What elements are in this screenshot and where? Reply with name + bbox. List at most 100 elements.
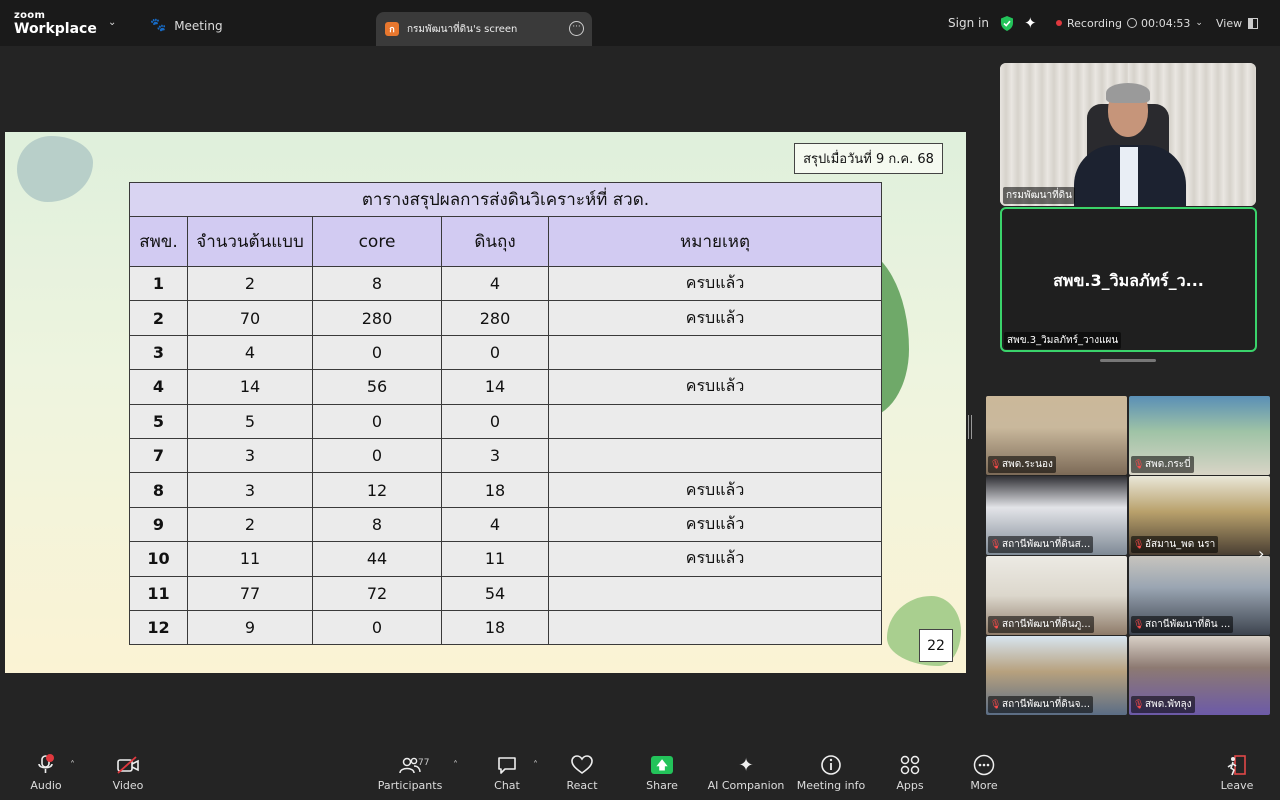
more-icon [944, 754, 1024, 776]
speaker-video-tile[interactable]: กรมพัฒนาที่ดิน [1000, 63, 1256, 206]
table-cell: 56 [312, 369, 442, 405]
meeting-timer[interactable]: 00:04:53 ⌄ [1127, 0, 1203, 46]
meeting-info-button[interactable]: Meeting info [791, 754, 871, 792]
participant-video-tile[interactable]: 🎙 สถานีพัฒนาที่ดินส... [986, 476, 1127, 555]
panel-drag-handle[interactable] [1100, 359, 1156, 362]
participants-options-caret[interactable]: ˄ [453, 760, 458, 771]
top-bar: zoom Workplace ⌄ 🐾 Meeting ก กรมพัฒนาที่… [0, 0, 1280, 46]
meeting-info-label: Meeting info [796, 779, 866, 792]
leave-button[interactable]: Leave [1197, 754, 1277, 792]
table-header-row: สพข. จำนวนต้นแบบ core ดินถุง หมายเหตุ [129, 216, 883, 267]
microphone-muted-icon: 🎙 [990, 620, 1002, 630]
microphone-muted-icon: 🎙 [990, 540, 1002, 550]
microphone-muted-icon: 🎙 [1133, 700, 1145, 710]
table-cell: ครบแล้ว [547, 369, 883, 405]
table-cell: 12 [129, 609, 188, 646]
table-header-cell: หมายเหตุ [547, 216, 883, 267]
ai-companion-button[interactable]: ✦ AI Companion [706, 754, 786, 793]
view-button[interactable]: View [1216, 0, 1259, 46]
ai-companion-label: AI Companion [707, 779, 785, 792]
leave-label: Leave [1220, 779, 1254, 792]
tab-meeting[interactable]: 🐾 Meeting [150, 18, 223, 33]
apps-button[interactable]: Apps [870, 754, 950, 792]
table-cell [547, 609, 883, 646]
table-cell: 8 [312, 506, 442, 543]
table-cell: 9 [129, 506, 188, 543]
table-title: ตารางสรุปผลการส่งดินวิเคราะห์ที่ สวด. [128, 182, 883, 217]
chat-options-caret[interactable]: ˄ [533, 760, 538, 771]
table-cell: 4 [129, 369, 188, 405]
table-row: 1 2 8 4 ครบแล้ว [129, 265, 883, 302]
chevron-right-icon[interactable]: › [1258, 544, 1264, 563]
chevron-down-icon[interactable]: ⌄ [108, 17, 116, 28]
participant-name: สถานีพัฒนาที่ดิน ... [1131, 616, 1234, 633]
table-body: 1 2 8 4 ครบแล้ว 2 70 280 280 ครบแล้ว 3 4 0 0 4 14 56 14 คร… [129, 265, 883, 646]
table-cell: ครบแล้ว [547, 472, 883, 508]
microphone-muted-icon: 🎙 [990, 460, 1002, 470]
participant-video-tile[interactable]: 🎙 สพด.ระนอง [986, 396, 1127, 475]
table-cell: 2 [129, 300, 188, 336]
tab-shared-screen[interactable]: ก กรมพัฒนาที่ดิน's screen ··· [376, 12, 592, 46]
table-row: 9 2 8 4 ครบแล้ว [129, 506, 883, 543]
video-label: Video [112, 779, 144, 792]
more-button[interactable]: More [944, 754, 1024, 792]
react-button[interactable]: React [542, 754, 622, 792]
info-icon [791, 754, 871, 776]
layout-icon [1248, 17, 1259, 29]
participant-video-tile[interactable]: 🎙 อัสมาน_พด นรา [1129, 476, 1270, 555]
sign-in-button[interactable]: Sign in [948, 0, 989, 46]
table-cell: 3 [187, 472, 313, 508]
share-button[interactable]: 🡅 Share [622, 754, 702, 792]
table-cell: 10 [129, 541, 188, 577]
audio-options-caret[interactable]: ˄ [70, 760, 75, 771]
participant-display-name: สพข.3_วิมลภัทร์_ว... [1053, 271, 1204, 290]
table-cell: 11 [187, 541, 313, 577]
participant-video-tile[interactable]: 🎙 สถานีพัฒนาที่ดินจ... [986, 636, 1127, 715]
table-cell: 5 [187, 403, 313, 439]
chat-label: Chat [494, 779, 520, 792]
participant-video-tile[interactable]: 🎙 สถานีพัฒนาที่ดินภู... [986, 556, 1127, 635]
table-cell: 2 [187, 265, 313, 302]
react-label: React [566, 779, 598, 792]
table-cell: 54 [441, 575, 549, 611]
share-label: Share [646, 779, 678, 792]
share-screen-icon: 🡅 [622, 754, 702, 776]
microphone-muted-icon: 🎙 [1133, 460, 1145, 470]
recording-indicator[interactable]: Recording [1056, 0, 1122, 46]
soil-summary-table: ตารางสรุปผลการส่งดินวิเคราะห์ที่ สวด. สพ… [128, 182, 883, 646]
more-options-icon[interactable]: ··· [569, 21, 584, 36]
active-participant-tile[interactable]: สพข.3_วิมลภัทร์_ว... สพข.3_วิมลภัทร์_วาง… [1000, 207, 1257, 352]
table-cell: 72 [312, 575, 442, 611]
table-cell [547, 403, 883, 439]
table-cell: 0 [312, 334, 442, 371]
table-cell: 12 [312, 472, 442, 508]
shield-icon[interactable] [1000, 16, 1014, 31]
logo-workplace-text: Workplace [14, 21, 97, 37]
table-row: 10 11 44 11 ครบแล้ว [129, 541, 883, 577]
participant-name: อัสมาน_พด นรา [1131, 536, 1219, 553]
zoom-workplace-logo[interactable]: zoom Workplace [14, 10, 97, 37]
participant-video-tile[interactable]: 🎙 สพด.กระบี่ [1129, 396, 1270, 475]
participant-video-tile[interactable]: 🎙 สพด.พัทลุง [1129, 636, 1270, 715]
participant-video-tile[interactable]: 🎙 สถานีพัฒนาที่ดิน ... [1129, 556, 1270, 635]
video-off-icon [88, 754, 168, 776]
panel-resize-handle[interactable] [968, 415, 972, 439]
meeting-tab-label: Meeting [174, 18, 223, 33]
participant-name: กรมพัฒนาที่ดิน [1003, 187, 1076, 204]
video-button[interactable]: Video [88, 754, 168, 792]
table-cell: ครบแล้ว [547, 300, 883, 336]
table-cell: 11 [441, 541, 549, 577]
participant-name: สพข.3_วิมลภัทร์_วางแผน [1004, 332, 1122, 349]
table-cell: 18 [441, 472, 549, 508]
ai-sparkle-icon[interactable]: ✦ [1024, 0, 1037, 46]
logo-zoom-text: zoom [14, 10, 46, 21]
table-cell: 0 [312, 609, 442, 646]
participants-button[interactable]: 77 Participants [370, 754, 450, 792]
meeting-toolbar: Audio ˄ Video 77 Participants ˄ Chat ˄ R… [0, 742, 1280, 800]
table-cell: 18 [441, 609, 549, 646]
participant-name: สถานีพัฒนาที่ดินจ... [988, 696, 1094, 713]
table-cell: 0 [312, 437, 442, 474]
table-cell: 3 [187, 437, 313, 474]
participants-icon [370, 754, 450, 776]
participant-name: สถานีพัฒนาที่ดินภู... [988, 616, 1094, 633]
